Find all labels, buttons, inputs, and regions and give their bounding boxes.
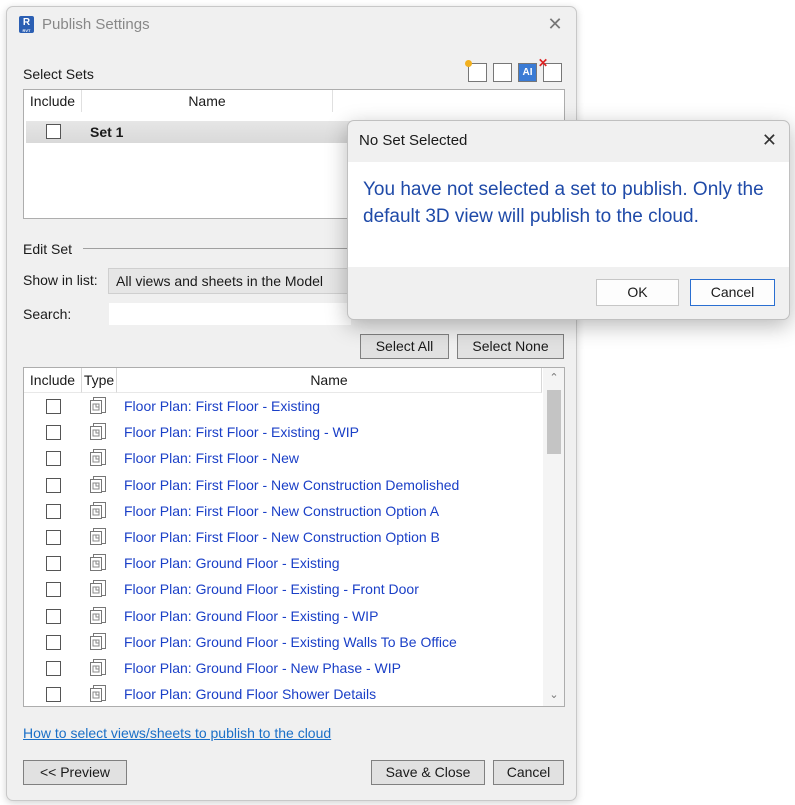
revit-app-icon: R RVT [19,16,34,33]
floor-plan-view-icon [90,659,106,676]
close-icon[interactable]: ✕ [546,15,564,33]
sets-header-name[interactable]: Name [82,90,333,112]
views-list: Include Type Name Floor Plan: First Floo… [23,367,565,707]
view-name[interactable]: Floor Plan: Ground Floor - Existing - WI… [124,608,378,624]
include-checkbox[interactable] [46,582,61,598]
set-name: Set 1 [90,124,124,140]
include-checkbox[interactable] [46,556,61,572]
list-item[interactable]: Floor Plan: Ground Floor - Existing - WI… [24,604,541,630]
sets-toolbar: AI [465,56,562,82]
no-set-selected-dialog: No Set Selected ✕ You have not selected … [347,120,790,320]
scroll-up-icon[interactable]: ⌃ [546,371,562,385]
edit-set-divider [83,248,363,249]
app-icon-letter: R [22,17,31,28]
list-header-name[interactable]: Name [117,368,542,393]
floor-plan-view-icon [90,475,106,493]
new-set-icon[interactable] [465,60,487,82]
show-in-list-select[interactable]: All views and sheets in the Model [108,268,353,294]
list-item[interactable]: Floor Plan: First Floor - Existing [24,394,541,420]
floor-plan-view-icon [90,554,106,572]
floor-plan-view-icon [90,397,106,414]
include-checkbox[interactable] [46,477,61,493]
select-none-button[interactable]: Select None [457,334,564,359]
floor-plan-view-icon [90,501,106,519]
include-checkbox[interactable] [46,451,61,467]
show-in-list-label: Show in list: [23,272,98,288]
dialog-close-icon[interactable]: ✕ [762,130,777,150]
include-checkbox[interactable] [46,425,61,441]
include-checkbox[interactable] [46,530,61,545]
floor-plan-view-icon [90,449,106,467]
list-item[interactable]: Floor Plan: Ground Floor - Existing - Fr… [24,577,541,603]
view-name[interactable]: Floor Plan: Ground Floor Shower Details [124,686,376,702]
delete-set-icon[interactable] [538,56,562,82]
preview-button[interactable]: << Preview [23,760,127,785]
list-item[interactable]: Floor Plan: First Floor - New Constructi… [24,499,541,525]
title-bar: R RVT Publish Settings ✕ [7,7,576,43]
list-item[interactable]: Floor Plan: Ground Floor Shower Details [24,682,541,706]
include-checkbox[interactable] [46,608,61,624]
list-item[interactable]: Floor Plan: Ground Floor - Existing [24,551,541,577]
duplicate-set-icon[interactable] [489,60,512,82]
scroll-down-icon[interactable]: ⌄ [546,688,562,702]
save-close-button[interactable]: Save & Close [371,760,485,785]
list-item[interactable]: Floor Plan: First Floor - New Constructi… [24,473,541,499]
set-include-checkbox[interactable] [46,124,61,139]
include-checkbox[interactable] [46,687,61,703]
dialog-body: You have not selected a set to publish. … [348,162,789,267]
help-link[interactable]: How to select views/sheets to publish to… [23,725,331,741]
sets-header-include[interactable]: Include [24,90,82,112]
floor-plan-view-icon [90,580,106,598]
view-name[interactable]: Floor Plan: Ground Floor - New Phase - W… [124,660,401,676]
select-sets-label: Select Sets [23,66,94,82]
list-header-type[interactable]: Type [82,368,117,393]
view-name[interactable]: Floor Plan: Ground Floor - Existing Wall… [124,634,457,650]
edit-set-label: Edit Set [23,241,73,257]
include-checkbox[interactable] [46,634,61,650]
view-name[interactable]: Floor Plan: First Floor - New Constructi… [124,503,439,519]
view-name[interactable]: Floor Plan: Ground Floor - Existing [124,555,340,571]
app-icon-sub: RVT [22,28,31,33]
scroll-thumb[interactable] [547,390,561,454]
include-checkbox[interactable] [46,661,61,676]
floor-plan-view-icon [90,632,106,650]
floor-plan-view-icon [90,685,106,703]
search-input[interactable] [109,303,351,325]
dialog-cancel-button[interactable]: Cancel [690,279,775,306]
view-name[interactable]: Floor Plan: First Floor - New Constructi… [124,529,440,545]
dialog-title: No Set Selected [359,132,468,149]
view-name[interactable]: Floor Plan: First Floor - New Constructi… [124,477,459,493]
view-name[interactable]: Floor Plan: First Floor - Existing [124,398,320,414]
window-title: Publish Settings [42,16,150,33]
floor-plan-view-icon [90,423,106,441]
list-item[interactable]: Floor Plan: Ground Floor - Existing Wall… [24,630,541,656]
list-item[interactable]: Floor Plan: Ground Floor - New Phase - W… [24,656,541,682]
cancel-button[interactable]: Cancel [493,760,564,785]
include-checkbox[interactable] [46,399,61,414]
list-item[interactable]: Floor Plan: First Floor - Existing - WIP [24,420,541,446]
rename-set-icon[interactable]: AI [518,63,537,82]
list-item[interactable]: Floor Plan: First Floor - New Constructi… [24,525,541,551]
floor-plan-view-icon [90,528,106,545]
view-name[interactable]: Floor Plan: First Floor - New [124,450,299,466]
list-item[interactable]: Floor Plan: First Floor - New [24,446,541,472]
view-name[interactable]: Floor Plan: Ground Floor - Existing - Fr… [124,581,419,597]
floor-plan-view-icon [90,606,106,624]
dialog-ok-button[interactable]: OK [596,279,679,306]
search-label: Search: [23,306,72,322]
select-all-button[interactable]: Select All [360,334,449,359]
view-name[interactable]: Floor Plan: First Floor - Existing - WIP [124,424,359,440]
list-header-include[interactable]: Include [24,368,82,393]
include-checkbox[interactable] [46,503,61,519]
dialog-message: You have not selected a set to publish. … [363,179,764,227]
list-scrollbar[interactable]: ⌃ ⌄ [543,368,564,706]
